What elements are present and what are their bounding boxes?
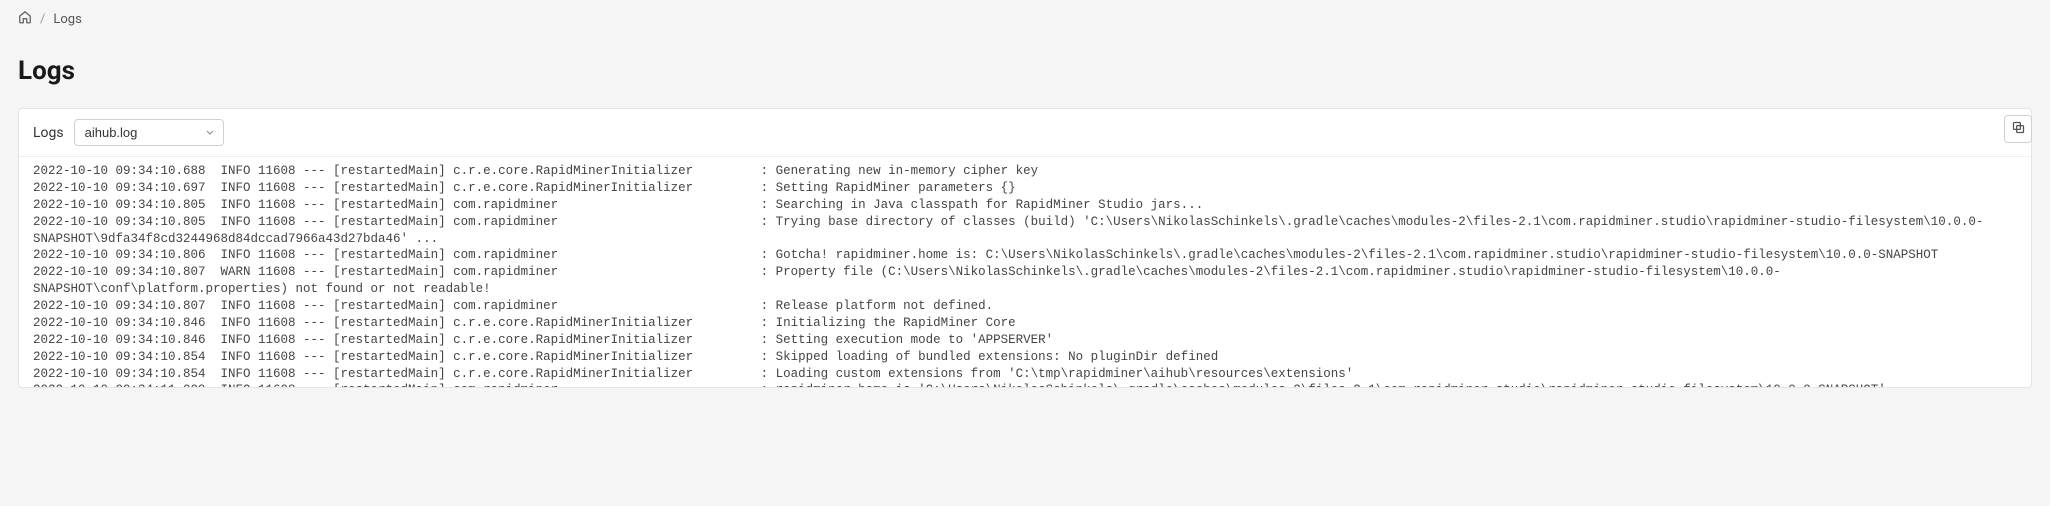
log-line: 2022-10-10 09:34:10.846 INFO 11608 --- [… (33, 332, 2017, 349)
logs-select-label: Logs (33, 125, 64, 141)
logs-panel-header: Logs aihub.log (19, 109, 2031, 157)
log-line: 2022-10-10 09:34:10.807 WARN 11608 --- [… (33, 264, 2017, 298)
log-file-select[interactable]: aihub.log (74, 119, 224, 146)
log-line: 2022-10-10 09:34:10.805 INFO 11608 --- [… (33, 214, 2017, 248)
log-line: 2022-10-10 09:34:10.697 INFO 11608 --- [… (33, 180, 2017, 197)
breadcrumb-current: Logs (53, 12, 81, 27)
log-line: 2022-10-10 09:34:10.806 INFO 11608 --- [… (33, 247, 2017, 264)
breadcrumb-home-link[interactable] (18, 10, 32, 28)
copy-icon (2011, 120, 2026, 138)
log-line: 2022-10-10 09:34:11.009 INFO 11608 --- [… (33, 382, 2017, 387)
log-line: 2022-10-10 09:34:10.807 INFO 11608 --- [… (33, 298, 2017, 315)
breadcrumb-separator: / (40, 12, 45, 27)
log-line: 2022-10-10 09:34:10.846 INFO 11608 --- [… (33, 315, 2017, 332)
page-title: Logs (18, 56, 2032, 86)
breadcrumb: / Logs (18, 10, 2032, 28)
log-output[interactable]: 2022-10-10 09:34:10.688 INFO 11608 --- [… (19, 157, 2031, 387)
log-line: 2022-10-10 09:34:10.805 INFO 11608 --- [… (33, 197, 2017, 214)
log-line: 2022-10-10 09:34:10.688 INFO 11608 --- [… (33, 163, 2017, 180)
log-line: 2022-10-10 09:34:10.854 INFO 11608 --- [… (33, 366, 2017, 383)
home-icon (18, 10, 32, 24)
log-line: 2022-10-10 09:34:10.854 INFO 11608 --- [… (33, 349, 2017, 366)
copy-button[interactable] (2004, 115, 2032, 143)
logs-panel: Logs aihub.log 2022-10-10 09:34:10.688 I… (18, 108, 2032, 388)
